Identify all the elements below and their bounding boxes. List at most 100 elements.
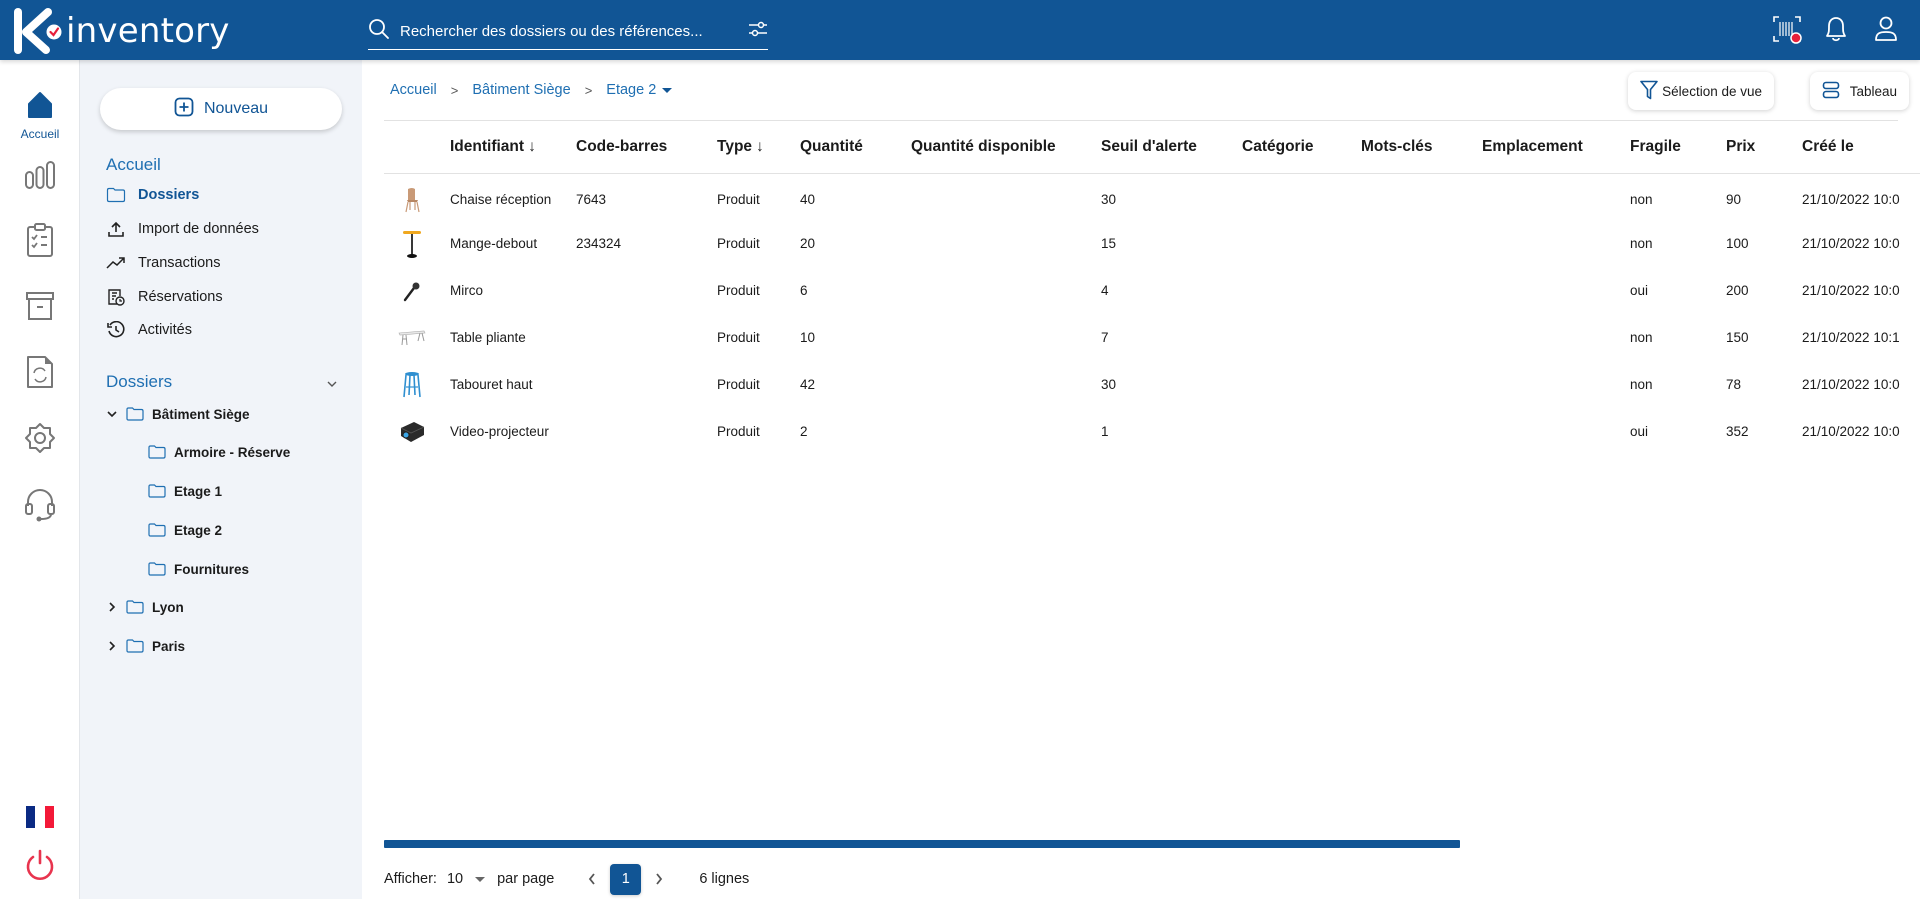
folders-section-title[interactable]: Dossiers xyxy=(106,372,172,392)
arrow-down-icon[interactable]: ↓ xyxy=(528,138,536,155)
search-input[interactable]: Rechercher des dossiers ou des référence… xyxy=(400,23,748,40)
page-1-button[interactable]: 1 xyxy=(610,863,642,895)
standing-table-image[interactable] xyxy=(398,230,426,258)
clipboard-check-icon xyxy=(26,222,54,263)
sidebar-item-transactions[interactable]: Transactions xyxy=(106,252,220,274)
cell-cree-le: 21/10/2022 10:0 xyxy=(1802,377,1900,392)
cell-code-barres xyxy=(576,408,717,455)
projector-image[interactable] xyxy=(398,418,426,446)
chevron-right-icon[interactable] xyxy=(104,601,120,613)
column-header-mots-cles[interactable]: Mots-clés xyxy=(1361,121,1482,174)
breadcrumb-etage-2[interactable]: Etage 2 xyxy=(606,82,656,98)
chevron-right-icon[interactable] xyxy=(104,640,120,652)
cell-quantite-disponible xyxy=(911,267,1101,314)
table-row[interactable]: Video-projecteur Produit 2 1 oui 352 21/10/202… xyxy=(384,408,1920,455)
tree-item-fournitures[interactable]: Fournitures xyxy=(148,558,249,580)
language-selector[interactable] xyxy=(0,806,80,833)
next-page-button[interactable] xyxy=(649,872,669,886)
column-header-categorie[interactable]: Catégorie xyxy=(1242,121,1361,174)
rail-item-documents[interactable] xyxy=(0,354,80,395)
filter-sliders-icon[interactable] xyxy=(748,20,768,43)
sidebar-item-reservations[interactable]: Réservations xyxy=(106,286,223,308)
cell-fragile: non xyxy=(1630,377,1653,392)
user-icon[interactable] xyxy=(1872,14,1900,44)
main-content: Accueil > Bâtiment Siège > Etage 2 Sélec… xyxy=(362,60,1920,899)
view-selection-button[interactable]: Sélection de vue xyxy=(1628,72,1774,110)
tree-item-batiment-siege[interactable]: Bâtiment Siège xyxy=(104,403,250,425)
table-row[interactable]: Chaise réception 7643 Produit 40 30 non 90 21/1… xyxy=(384,173,1920,220)
cell-categorie xyxy=(1242,220,1361,267)
cell-seuil-alerte: 4 xyxy=(1101,283,1109,298)
cell-image xyxy=(384,173,450,220)
table-row[interactable]: Mirco Produit 6 4 oui 200 21/10/2022 10:0 xyxy=(384,267,1920,314)
filter-funnel-icon xyxy=(1640,80,1662,103)
show-label: Afficher: xyxy=(384,871,437,887)
column-header-quantite-disponible[interactable]: Quantité disponible xyxy=(911,121,1101,174)
per-page-value: 10 xyxy=(446,871,464,887)
cell-quantite-disponible xyxy=(911,220,1101,267)
column-header-type[interactable]: Type ↓ xyxy=(717,121,800,174)
cell-type: Produit xyxy=(717,424,760,439)
breadcrumb-home[interactable]: Accueil xyxy=(390,82,437,98)
cell-type: Produit xyxy=(717,236,760,251)
bell-icon[interactable] xyxy=(1822,14,1850,44)
sidebar-item-activites[interactable]: Activités xyxy=(106,319,192,341)
new-button-label: Nouveau xyxy=(203,100,269,117)
folding-table-image[interactable] xyxy=(398,324,426,352)
app-logo[interactable]: inventory xyxy=(12,8,230,54)
rail-item-home[interactable]: Accueil xyxy=(0,90,80,141)
previous-page-button[interactable] xyxy=(582,872,602,886)
folder-icon xyxy=(148,445,166,459)
cell-type: Produit xyxy=(717,377,760,392)
chair-image[interactable] xyxy=(398,186,426,214)
home-section-title[interactable]: Accueil xyxy=(106,155,161,175)
table-row[interactable]: Mange-debout 234324 Produit 20 15 non 100 21/10… xyxy=(384,220,1920,267)
column-header-fragile[interactable]: Fragile xyxy=(1630,121,1726,174)
column-header-cree-le[interactable]: Créé le xyxy=(1802,121,1920,174)
sidebar-item-dossiers[interactable]: Dossiers xyxy=(106,184,199,206)
sidebar-item-import[interactable]: Import de données xyxy=(106,218,259,240)
tree-item-etage-1[interactable]: Etage 1 xyxy=(148,480,222,502)
cell-cree-le: 21/10/2022 10:1 xyxy=(1802,330,1900,345)
table-view-button[interactable]: Tableau xyxy=(1809,72,1909,110)
column-header-quantite[interactable]: Quantité xyxy=(800,121,911,174)
rail-item-settings[interactable] xyxy=(0,422,80,459)
search-bar[interactable]: Rechercher des dossiers ou des référence… xyxy=(368,14,768,50)
barcode-scanner-icon[interactable] xyxy=(1772,14,1802,44)
rail-item-archive[interactable] xyxy=(0,290,80,327)
table-row[interactable]: Table pliante Produit 10 7 non 150 21/10/2022 … xyxy=(384,314,1920,361)
breadcrumb-batiment-siege[interactable]: Bâtiment Siège xyxy=(472,82,570,98)
cell-seuil-alerte: 1 xyxy=(1101,424,1109,439)
rail-home-label: Accueil xyxy=(20,127,60,141)
column-header-seuil-alerte[interactable]: Seuil d'alerte xyxy=(1101,121,1242,174)
arrow-down-icon[interactable]: ↓ xyxy=(756,138,764,155)
k-logo-icon xyxy=(12,8,64,54)
microphone-image[interactable] xyxy=(398,277,426,305)
folders-collapse-chevron-icon[interactable] xyxy=(326,376,338,394)
cell-quantite: 20 xyxy=(800,236,816,251)
table-row[interactable]: Tabouret haut Produit 42 30 non 78 21/10/2022 … xyxy=(384,361,1920,408)
rail-item-stats[interactable] xyxy=(0,160,80,195)
new-button[interactable]: Nouveau xyxy=(100,88,342,130)
column-header-code-barres[interactable]: Code-barres xyxy=(576,121,717,174)
tree-item-lyon[interactable]: Lyon xyxy=(104,596,184,618)
rail-item-support[interactable] xyxy=(0,488,80,527)
cell-image xyxy=(384,361,450,408)
per-page-select[interactable]: 10 xyxy=(446,871,486,887)
chevron-down-icon[interactable] xyxy=(104,409,120,419)
column-header-emplacement[interactable]: Emplacement xyxy=(1482,121,1630,174)
tree-item-etage-2[interactable]: Etage 2 xyxy=(148,519,222,541)
cell-prix: 78 xyxy=(1726,377,1742,392)
column-header-prix[interactable]: Prix xyxy=(1726,121,1802,174)
cell-identifiant: Mange-debout xyxy=(450,236,538,251)
caret-down-icon[interactable] xyxy=(662,87,673,93)
column-header-identifiant[interactable]: Identifiant ↓ xyxy=(450,121,576,174)
horizontal-scrollbar[interactable] xyxy=(384,840,1460,848)
logout-button[interactable] xyxy=(0,848,80,887)
tree-item-armoire-reserve[interactable]: Armoire - Réserve xyxy=(148,441,290,463)
stool-image[interactable] xyxy=(398,371,426,399)
tree-item-paris[interactable]: Paris xyxy=(104,635,185,657)
rail-item-tasks[interactable] xyxy=(0,222,80,263)
cell-code-barres xyxy=(576,314,717,361)
cell-cree-le: 21/10/2022 10:0 xyxy=(1802,424,1900,439)
